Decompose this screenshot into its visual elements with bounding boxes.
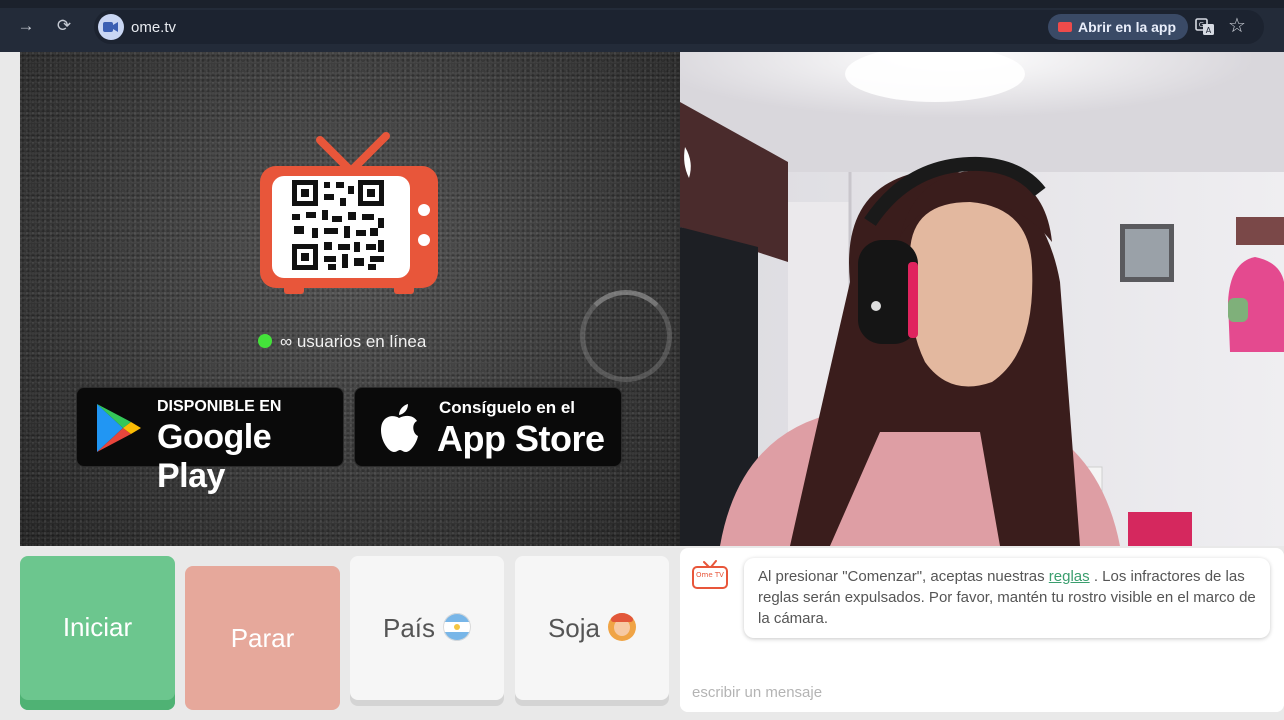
google-play-big-text: Google Play bbox=[157, 418, 272, 495]
url-text[interactable]: ome.tv bbox=[131, 19, 176, 36]
country-label: País bbox=[382, 613, 436, 643]
site-info-icon[interactable] bbox=[98, 14, 124, 40]
start-label: Iniciar bbox=[62, 612, 133, 642]
reload-icon[interactable]: ⟳ bbox=[52, 14, 76, 38]
open-in-app-label: Abrir en la app bbox=[1078, 19, 1177, 35]
qr-tv-icon bbox=[260, 132, 438, 294]
app-store-button[interactable]: Consíguelo en el App Store bbox=[354, 387, 622, 467]
message-text-before: Al presionar "Comenzar", aceptas nuestra… bbox=[758, 568, 1049, 585]
rules-link[interactable]: reglas bbox=[1049, 568, 1090, 585]
google-play-button[interactable]: DISPONIBLE EN Google Play bbox=[76, 387, 344, 495]
woman-emoji-icon bbox=[608, 613, 637, 641]
start-button[interactable]: Iniciar bbox=[20, 556, 175, 710]
system-message-bubble: Al presionar "Comenzar", aceptas nuestra… bbox=[744, 558, 1270, 638]
bookmark-star-icon[interactable]: ☆ bbox=[1228, 12, 1246, 40]
camera-feed-image bbox=[680, 52, 1284, 546]
apple-icon bbox=[381, 404, 418, 452]
gender-filter-button[interactable]: Soja bbox=[515, 556, 669, 700]
svg-text:G: G bbox=[1199, 21, 1204, 29]
browser-toolbar: → ⟳ ome.tv Abrir en la app A G ☆ bbox=[0, 0, 1284, 52]
stop-button[interactable]: Parar bbox=[185, 566, 340, 710]
tv-static-background bbox=[20, 52, 680, 546]
self-camera-video bbox=[680, 52, 1284, 546]
open-in-app-button[interactable]: Abrir en la app bbox=[1048, 14, 1189, 40]
stop-label: Parar bbox=[230, 623, 295, 653]
online-status-dot bbox=[258, 334, 272, 348]
loading-spinner bbox=[580, 290, 672, 382]
online-users-text: ∞ usuarios en línea bbox=[280, 332, 427, 351]
svg-text:A: A bbox=[1206, 26, 1212, 35]
partner-video-pane: ∞ usuarios en línea DISPONIBLE EN Google… bbox=[20, 52, 680, 546]
tab-strip bbox=[0, 0, 1284, 8]
app-icon bbox=[1058, 22, 1072, 32]
country-filter-button[interactable]: País bbox=[350, 556, 504, 700]
google-play-small-text: DISPONIBLE EN bbox=[157, 398, 282, 415]
app-store-big-text: App Store bbox=[437, 418, 605, 459]
message-input[interactable] bbox=[680, 672, 1284, 712]
app-store-small-text: Consíguelo en el bbox=[439, 398, 576, 417]
argentina-flag-icon bbox=[443, 613, 472, 641]
online-users-indicator: ∞ usuarios en línea bbox=[258, 331, 426, 353]
gender-label: Soja bbox=[547, 613, 601, 643]
chat-logo-text: Ome TV bbox=[696, 571, 724, 579]
forward-icon[interactable]: → bbox=[14, 14, 38, 38]
ometv-logo-icon: Ome TV bbox=[692, 560, 728, 589]
google-play-icon bbox=[97, 404, 141, 452]
address-bar[interactable]: ome.tv Abrir en la app A G ☆ bbox=[94, 10, 1264, 44]
chat-panel: Ome TV Al presionar "Comenzar", aceptas … bbox=[680, 548, 1284, 712]
translate-icon[interactable]: A G bbox=[1194, 16, 1216, 38]
